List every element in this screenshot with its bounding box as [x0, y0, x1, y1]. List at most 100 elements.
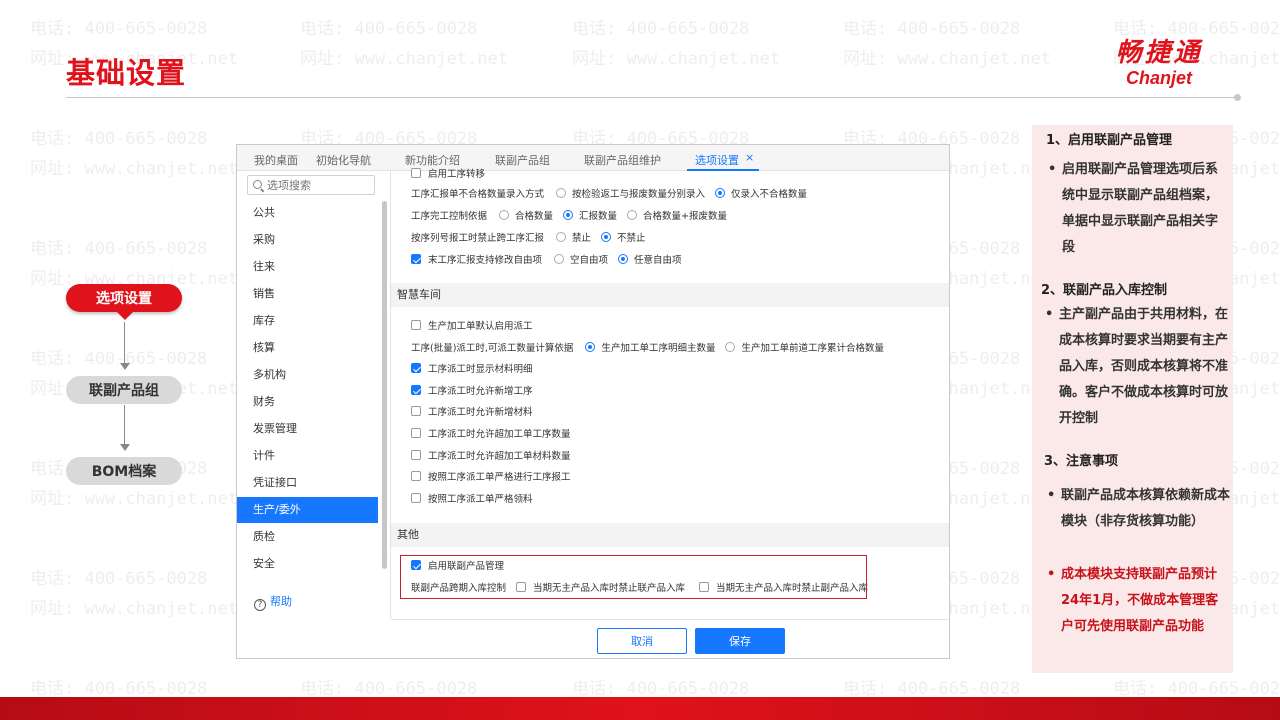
option-checkbox[interactable] — [411, 450, 421, 460]
note-text-3: • 联副产品成本核算依赖新成本模块（非存货核算功能） — [1047, 483, 1231, 535]
flow-step-options: 选项设置 — [66, 284, 182, 312]
option-label: 工序完工控制依据 — [411, 211, 488, 222]
option-radio[interactable] — [556, 188, 567, 198]
watermark-site: 网址: www.chanjet.net — [300, 49, 508, 69]
watermark-phone: 电话: 400-665-0028 — [30, 569, 208, 589]
note-text-2: • 主产副产品由于共用材料，在成本核算时要求当期要有主产品入库，否则成本核算将不… — [1045, 302, 1231, 432]
tab-bar: 我的桌面 初始化导航 新功能介绍 联副产品组 联副产品组维护 选项设置 × — [237, 145, 949, 171]
watermark-site: 网址: www.chanjet.net — [30, 159, 238, 179]
option-radio-selected[interactable] — [601, 232, 612, 242]
close-icon[interactable]: × — [745, 151, 754, 164]
nav-item-production[interactable]: 生产/委外 — [237, 497, 378, 523]
note-text-1-body: 启用联副产品管理选项后系统中显示联副产品组档案，单据中显示联副产品相关字段 — [1062, 162, 1219, 255]
option-row-strict-picking: 按照工序派工单严格领料 — [411, 490, 533, 506]
option-radio[interactable] — [725, 342, 736, 352]
option-radio[interactable] — [554, 254, 565, 264]
watermark-phone: 电话: 400-665-0028 — [843, 19, 1021, 39]
search-icon — [253, 180, 262, 189]
option-checkbox-checked[interactable] — [411, 363, 421, 373]
option-search-input[interactable] — [247, 175, 375, 195]
nav-item-quality[interactable]: 质检 — [237, 524, 378, 550]
tab-init-guide[interactable]: 初始化导航 — [316, 152, 371, 168]
option-radio[interactable] — [627, 210, 638, 220]
watermark-site: 网址: www.chanjet.net — [30, 599, 238, 619]
tab-desktop[interactable]: 我的桌面 — [254, 152, 298, 168]
option-radio[interactable] — [499, 210, 510, 220]
bullet-icon: • — [1048, 162, 1057, 177]
nav-item-contacts[interactable]: 往来 — [237, 254, 378, 280]
option-label: 工序派工时允许超加工单材料数量 — [428, 451, 571, 462]
option-checkbox[interactable] — [411, 493, 421, 503]
option-label: 工序汇报单不合格数量录入方式 — [411, 189, 545, 200]
nav-item-public[interactable]: 公共 — [237, 200, 378, 226]
nav-item-multi-org[interactable]: 多机构 — [237, 362, 378, 388]
option-checkbox-checked[interactable] — [411, 254, 421, 264]
option-radio-label: 不禁止 — [617, 233, 646, 244]
option-label: 启用工序转移 — [428, 169, 486, 180]
option-label: 按照工序派工单严格领料 — [428, 494, 533, 505]
option-radio-label: 空自由项 — [570, 255, 609, 266]
brand-name-cn: 畅捷通 — [1115, 38, 1203, 68]
option-checkbox[interactable] — [411, 320, 421, 330]
highlight-box — [400, 555, 867, 599]
watermark-site: 网址: www.chanjet.net — [843, 49, 1051, 69]
option-row-default-dispatch: 生产加工单默认启用派工 — [411, 317, 533, 333]
option-radio-label: 合格数量+报废数量 — [643, 211, 728, 222]
option-row-add-material: 工序派工时允许新增材料 — [411, 403, 533, 419]
option-radio-selected[interactable] — [715, 188, 726, 198]
note-text-3-body: 联副产品成本核算依赖新成本模块（非存货核算功能） — [1061, 488, 1231, 529]
option-checkbox[interactable] — [411, 406, 421, 416]
nav-item-finance[interactable]: 财务 — [237, 389, 378, 415]
nav-item-security[interactable]: 安全 — [237, 551, 378, 577]
option-row-dispatch-qty-basis: 工序(批量)派工时,可派工数量计算依据 生产加工单工序明细主数量 生产加工单前道… — [411, 339, 884, 355]
option-label: 工序(批量)派工时,可派工数量计算依据 — [411, 343, 574, 354]
flow-step-product-group: 联副产品组 — [66, 376, 182, 404]
option-label: 生产加工单默认启用派工 — [428, 321, 533, 332]
note-heading-2: 2、联副产品入库控制 — [1041, 283, 1168, 298]
nav-item-sales[interactable]: 销售 — [237, 281, 378, 307]
options-content: 启用工序转移 工序汇报单不合格数量录入方式 按检验返工与报废数量分别录入 仅录入… — [391, 168, 949, 619]
option-radio-selected[interactable] — [585, 342, 596, 352]
option-checkbox[interactable] — [411, 428, 421, 438]
watermark-phone: 电话: 400-665-0028 — [572, 19, 750, 39]
option-checkbox[interactable] — [411, 471, 421, 481]
bullet-icon: • — [1045, 307, 1054, 322]
watermark-site: 网址: www.chanjet.net — [30, 489, 238, 509]
flow-step-bom: BOM档案 — [66, 457, 182, 485]
flow-arrow-icon — [120, 444, 130, 451]
save-button[interactable]: 保存 — [695, 628, 785, 654]
watermark-phone: 电话: 400-665-0028 — [30, 349, 208, 369]
option-label: 工序派工时允许新增材料 — [428, 407, 533, 418]
tab-product-group[interactable]: 联副产品组 — [495, 152, 550, 168]
nav-item-piecework[interactable]: 计件 — [237, 443, 378, 469]
nav-item-inventory[interactable]: 库存 — [237, 308, 378, 334]
flow-connector — [124, 405, 125, 447]
option-radio-label: 按检验返工与报废数量分别录入 — [572, 189, 706, 200]
nav-item-purchase[interactable]: 采购 — [237, 227, 378, 253]
sidebar-scroll-thumb[interactable] — [382, 201, 387, 569]
brand-logo: 畅捷通 Chanjet — [1094, 38, 1224, 88]
nav-item-voucher[interactable]: 凭证接口 — [237, 470, 378, 496]
note-heading-3: 3、注意事项 — [1044, 454, 1119, 469]
option-radio-label: 任意自由项 — [634, 255, 682, 266]
option-checkbox[interactable] — [411, 168, 421, 178]
option-row-exceed-material-qty: 工序派工时允许超加工单材料数量 — [411, 447, 571, 463]
nav-item-costing[interactable]: 核算 — [237, 335, 378, 361]
watermark-phone: 电话: 400-665-0028 — [30, 19, 208, 39]
watermark-phone: 电话: 400-665-0028 — [300, 19, 478, 39]
bottom-brand-bar — [0, 697, 1280, 720]
cancel-button[interactable]: 取消 — [597, 628, 687, 654]
footer-divider — [391, 619, 949, 620]
nav-item-invoice[interactable]: 发票管理 — [237, 416, 378, 442]
option-radio-label: 汇报数量 — [579, 211, 618, 222]
option-radio-label: 生产加工单前道工序累计合格数量 — [741, 343, 884, 354]
help-link[interactable]: ? 帮助 — [254, 593, 292, 611]
tab-product-group-maint[interactable]: 联副产品组维护 — [584, 152, 661, 168]
option-radio-label: 禁止 — [572, 233, 592, 244]
option-radio[interactable] — [556, 232, 567, 242]
option-radio-selected[interactable] — [563, 210, 574, 220]
option-checkbox-checked[interactable] — [411, 385, 421, 395]
tab-options[interactable]: 选项设置 — [695, 152, 739, 168]
option-radio-selected[interactable] — [618, 254, 629, 264]
flow-connector — [124, 322, 125, 366]
